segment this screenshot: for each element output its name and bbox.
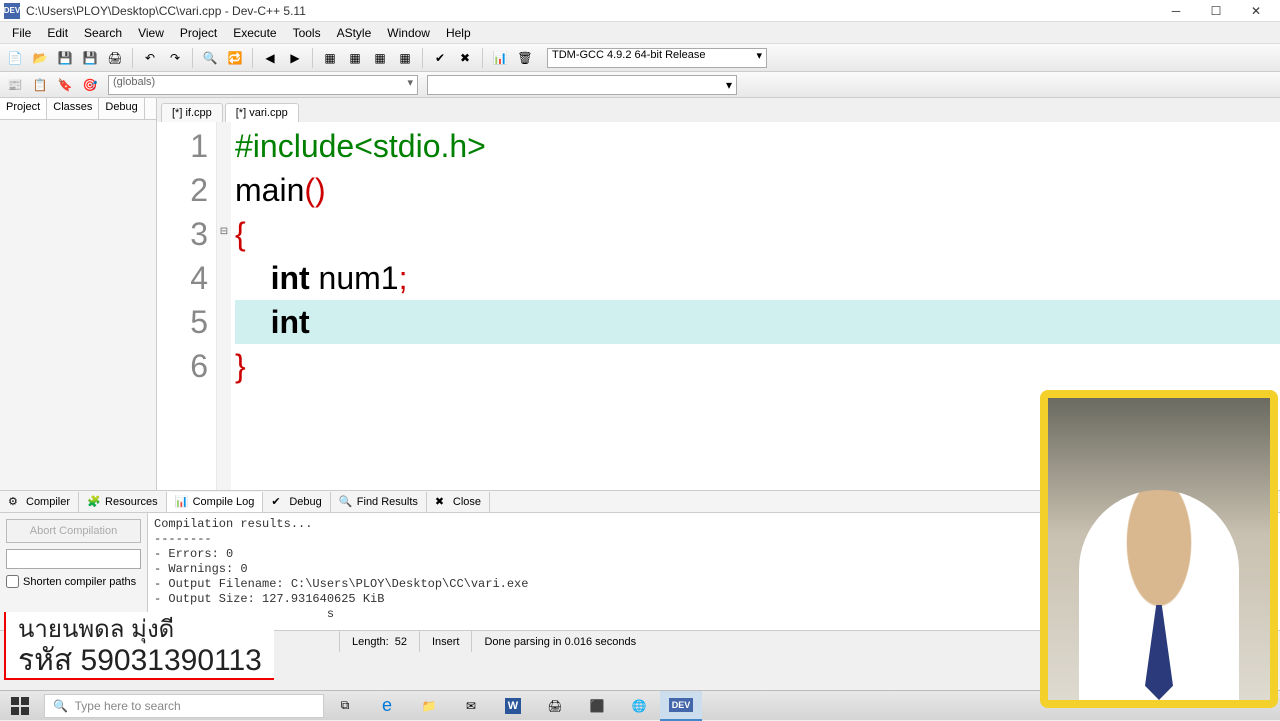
insert-icon[interactable]: 📋 [29, 74, 51, 96]
bottom-tab-find-results[interactable]: 🔍Find Results [331, 492, 427, 512]
menu-astyle[interactable]: AStyle [329, 24, 380, 42]
globals-select[interactable]: (globals)▾ [108, 75, 418, 95]
webcam-frame [1048, 398, 1270, 700]
edge-icon[interactable]: e [366, 691, 408, 721]
new-file-icon[interactable]: 📄 [4, 47, 26, 69]
app-icon: DEV [4, 3, 20, 19]
webcam-tie [1145, 605, 1173, 700]
fold-gutter[interactable]: ⊟ [217, 122, 231, 490]
toolbar-separator [252, 48, 253, 68]
sidebar: Project Classes Debug [0, 98, 157, 490]
word-icon[interactable]: W [492, 691, 534, 721]
title-bar: DEV C:\Users\PLOY\Desktop\CC\vari.cpp - … [0, 0, 1280, 22]
menu-help[interactable]: Help [438, 24, 479, 42]
toolbar-separator [312, 48, 313, 68]
back-icon[interactable]: ◀ [259, 47, 281, 69]
maximize-button[interactable]: ☐ [1196, 0, 1236, 22]
find-icon[interactable]: 🔍 [199, 47, 221, 69]
file-tab-vari[interactable]: [*] vari.cpp [225, 103, 299, 122]
webcam-overlay [1040, 390, 1278, 708]
bottom-tab-compile-log[interactable]: 📊Compile Log [167, 492, 264, 512]
sidebar-tabs: Project Classes Debug [0, 98, 156, 120]
compile-run-icon[interactable]: ▦ [369, 47, 391, 69]
run-icon[interactable]: ▦ [344, 47, 366, 69]
menu-project[interactable]: Project [172, 24, 225, 42]
overlay-name-line2: รหัส 59031390113 [18, 644, 262, 679]
compile-command-input[interactable] [6, 549, 141, 569]
task-view-icon[interactable]: ⧉ [324, 691, 366, 721]
menu-window[interactable]: Window [379, 24, 438, 42]
forward-icon[interactable]: ▶ [284, 47, 306, 69]
close-button[interactable]: ✕ [1236, 0, 1276, 22]
minimize-button[interactable]: ─ [1156, 0, 1196, 22]
save-icon[interactable]: 💾 [54, 47, 76, 69]
sidebar-tab-classes[interactable]: Classes [47, 98, 99, 119]
bottom-tab-resources[interactable]: 🧩Resources [79, 492, 167, 512]
explorer-icon[interactable]: 📁 [408, 691, 450, 721]
stop-icon[interactable]: ✖ [454, 47, 476, 69]
new-source-icon[interactable]: 📰 [4, 74, 26, 96]
windows-icon [11, 697, 29, 715]
close-icon: ✖ [435, 495, 449, 509]
bottom-tab-compiler[interactable]: ⚙Compiler [0, 492, 79, 512]
main-toolbar: 📄 📂 💾 💾 🖨 ↶ ↷ 🔍 🔁 ◀ ▶ ▦ ▦ ▦ ▦ ✔ ✖ 📊 🗑 TD… [0, 44, 1280, 72]
print-icon[interactable]: 🖨 [104, 47, 126, 69]
open-file-icon[interactable]: 📂 [29, 47, 51, 69]
overlay-name-line1: นายนพดล มุ่งดี [18, 616, 262, 644]
gear-icon: ⚙ [8, 495, 22, 509]
shorten-paths-checkbox[interactable]: Shorten compiler paths [6, 575, 141, 588]
file-tab-if[interactable]: [*] if.cpp [161, 103, 223, 122]
goto-icon[interactable]: 🎯 [79, 74, 101, 96]
profile-icon[interactable]: 📊 [489, 47, 511, 69]
menu-execute[interactable]: Execute [225, 24, 284, 42]
debug-icon[interactable]: ✔ [429, 47, 451, 69]
menu-edit[interactable]: Edit [39, 24, 76, 42]
menu-view[interactable]: View [130, 24, 172, 42]
printer-icon[interactable]: 🖨 [534, 691, 576, 721]
toolbar-separator [482, 48, 483, 68]
start-button[interactable] [0, 691, 40, 721]
toolbar-separator [192, 48, 193, 68]
rebuild-icon[interactable]: ▦ [394, 47, 416, 69]
bottom-tab-close[interactable]: ✖Close [427, 492, 490, 512]
bookmark-icon[interactable]: 🔖 [54, 74, 76, 96]
menu-file[interactable]: File [4, 24, 39, 42]
replace-icon[interactable]: 🔁 [224, 47, 246, 69]
sidebar-tab-project[interactable]: Project [0, 98, 47, 119]
search-icon: 🔍 [339, 495, 353, 509]
toolbar-separator [422, 48, 423, 68]
webcam-person [1079, 490, 1239, 700]
status-insert-mode: Insert [420, 631, 473, 652]
line-gutter: 123456 [157, 122, 217, 490]
name-overlay: นายนพดล มุ่งดี รหัส 59031390113 [4, 612, 274, 680]
menu-search[interactable]: Search [76, 24, 130, 42]
toolbar-separator [132, 48, 133, 68]
window-title: C:\Users\PLOY\Desktop\CC\vari.cpp - Dev-… [26, 4, 1156, 18]
devcpp-icon[interactable]: DEV [660, 691, 702, 721]
resources-icon: 🧩 [87, 495, 101, 509]
sidebar-tab-debug[interactable]: Debug [99, 98, 144, 119]
chart-icon: 📊 [175, 495, 189, 509]
file-tabs: [*] if.cpp [*] vari.cpp [157, 98, 1280, 122]
redo-icon[interactable]: ↷ [164, 47, 186, 69]
check-icon: ✔ [271, 495, 285, 509]
abort-compilation-button[interactable]: Abort Compilation [6, 519, 141, 543]
compile-icon[interactable]: ▦ [319, 47, 341, 69]
status-length: Length: 52 [340, 631, 420, 652]
save-all-icon[interactable]: 💾 [79, 47, 101, 69]
members-select[interactable]: ▾ [427, 75, 737, 95]
menu-bar: File Edit Search View Project Execute To… [0, 22, 1280, 44]
chrome-icon[interactable]: 🌐 [618, 691, 660, 721]
menu-tools[interactable]: Tools [285, 24, 329, 42]
bottom-tab-debug[interactable]: ✔Debug [263, 492, 330, 512]
obs-icon[interactable]: ⬛ [576, 691, 618, 721]
mail-icon[interactable]: ✉ [450, 691, 492, 721]
undo-icon[interactable]: ↶ [139, 47, 161, 69]
compiler-select[interactable]: TDM-GCC 4.9.2 64-bit Release ▾ [547, 48, 767, 68]
taskbar-search[interactable]: 🔍 Type here to search [44, 694, 324, 718]
secondary-toolbar: 📰 📋 🔖 🎯 (globals)▾ ▾ [0, 72, 1280, 98]
trash-icon[interactable]: 🗑 [514, 47, 536, 69]
